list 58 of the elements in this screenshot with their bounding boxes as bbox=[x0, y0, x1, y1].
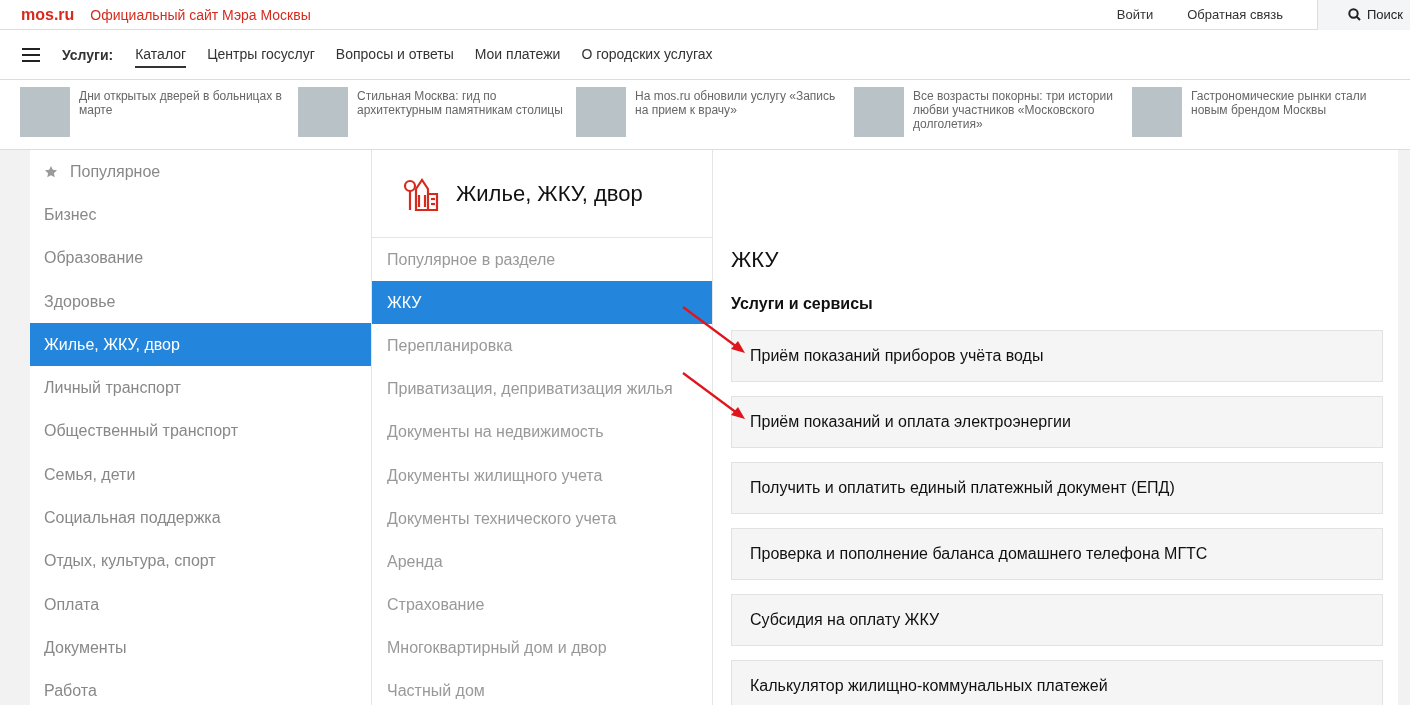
category-item[interactable]: Образование bbox=[30, 236, 371, 280]
category-item[interactable]: Оплата bbox=[30, 582, 371, 627]
category-item[interactable]: Социальная поддержка bbox=[30, 496, 371, 540]
news-link[interactable]: На mos.ru обновили услугу «Запись на прием к врачу» bbox=[635, 87, 845, 149]
category-item[interactable]: Здоровье bbox=[30, 279, 371, 324]
news-link[interactable]: Стильная Москва: гид по архитектурным памятникам столицы bbox=[357, 87, 567, 149]
subsection-item[interactable]: ЖКУ bbox=[372, 281, 712, 325]
subsection-item[interactable]: Аренда bbox=[372, 540, 712, 584]
services-heading: Услуги и сервисы bbox=[731, 295, 874, 313]
feedback-link[interactable]: Обратная связь bbox=[1187, 7, 1283, 22]
subsection-item[interactable]: Страхование bbox=[372, 583, 712, 627]
subsection-item[interactable]: Многоквартирный дом и двор bbox=[372, 626, 712, 670]
category-item[interactable]: Документы bbox=[30, 626, 371, 670]
site-logo[interactable]: mos.ru bbox=[21, 5, 75, 24]
category-item[interactable]: Личный транспорт bbox=[30, 366, 371, 410]
nav-tab[interactable]: О городских услугах bbox=[581, 41, 713, 68]
category-item[interactable]: Семья, дети bbox=[30, 453, 371, 497]
login-link[interactable]: Войти bbox=[1116, 7, 1154, 22]
buildings-icon bbox=[403, 176, 439, 211]
nav-tab[interactable]: Центры госуслуг bbox=[207, 41, 315, 68]
site-title[interactable]: Официальный сайт Мэра Москвы bbox=[90, 6, 311, 23]
subsection-item[interactable]: Документы на недвижимость bbox=[372, 410, 712, 454]
subsection-item[interactable]: Перепланировка bbox=[372, 324, 712, 368]
subsection-item[interactable]: Приватизация, деприватизация жилья bbox=[372, 367, 712, 411]
search-button[interactable]: Поиск bbox=[1317, 0, 1410, 30]
subsection-item[interactable]: Документы жилищного учета bbox=[372, 453, 712, 498]
subsection-item[interactable]: Частный дом bbox=[372, 669, 712, 705]
section-title: Жилье, ЖКУ, двор bbox=[456, 180, 643, 207]
nav-label: Услуги: bbox=[62, 46, 114, 63]
category-item[interactable]: Работа bbox=[30, 669, 371, 705]
category-item[interactable]: Жилье, ЖКУ, двор bbox=[30, 323, 371, 367]
service-link[interactable]: Субсидия на оплату ЖКУ bbox=[731, 594, 1383, 646]
category-item[interactable]: Общественный транспорт bbox=[30, 409, 371, 454]
star-icon bbox=[44, 164, 58, 179]
service-link[interactable]: Калькулятор жилищно-коммунальных платежей bbox=[731, 660, 1383, 705]
category-item[interactable]: Бизнес bbox=[30, 193, 371, 237]
subsection-item[interactable]: Популярное в разделе bbox=[372, 238, 712, 282]
category-item[interactable]: Популярное bbox=[30, 150, 371, 194]
nav-tab[interactable]: Вопросы и ответы bbox=[335, 41, 454, 68]
photo-placeholder[interactable] bbox=[298, 87, 348, 137]
subsection-item[interactable]: Документы технического учета bbox=[372, 497, 712, 541]
news-link[interactable]: Гастрономические рынки стали новым брендом Москвы bbox=[1191, 87, 1401, 149]
search-icon bbox=[1348, 8, 1361, 21]
news-link[interactable]: Все возрасты покорны: три истории любви участников «Московского долголетия» bbox=[913, 87, 1123, 149]
photo-placeholder[interactable] bbox=[1132, 87, 1182, 137]
service-link[interactable]: Приём показаний и оплата электроэнергии bbox=[731, 396, 1383, 448]
photo-placeholder[interactable] bbox=[20, 87, 70, 137]
photo-placeholder[interactable] bbox=[576, 87, 626, 137]
service-link[interactable]: Приём показаний приборов учёта воды bbox=[731, 330, 1383, 382]
menu-icon[interactable] bbox=[22, 47, 40, 62]
nav-tab[interactable]: Каталог bbox=[135, 41, 187, 68]
photo-placeholder[interactable] bbox=[854, 87, 904, 137]
news-link[interactable]: Дни открытых дверей в больницах в марте bbox=[79, 87, 289, 149]
nav-tab[interactable]: Мои платежи bbox=[474, 41, 561, 68]
service-link[interactable]: Получить и оплатить единый платежный документ (ЕПД) bbox=[731, 462, 1383, 514]
content-title: ЖКУ bbox=[731, 247, 780, 273]
category-item[interactable]: Отдых, культура, спорт bbox=[30, 539, 371, 583]
service-link[interactable]: Проверка и пополнение баланса домашнего телефона МГТС bbox=[731, 528, 1383, 580]
